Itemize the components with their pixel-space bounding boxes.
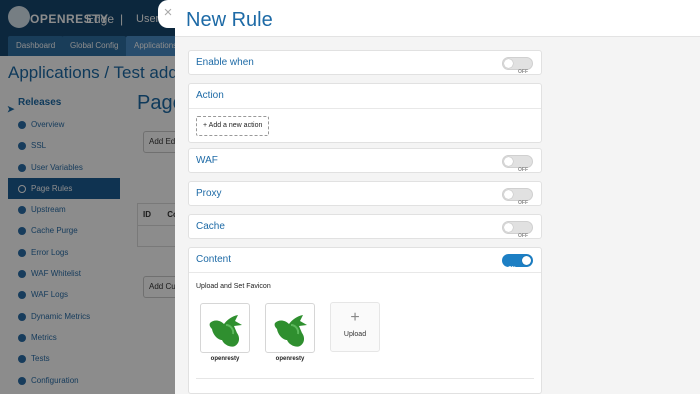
toggle-state: OFF (518, 200, 528, 206)
favicon-caption: openresty (275, 356, 305, 362)
section-title: Proxy (196, 188, 222, 199)
toggle-state: OFF (518, 167, 528, 173)
proxy-toggle[interactable]: OFF (502, 188, 533, 206)
add-action-button[interactable]: + Add a new action (196, 116, 270, 136)
close-button[interactable]: × (158, 0, 178, 28)
section-header: WAF OFF (189, 149, 541, 173)
waf-toggle[interactable]: OFF (502, 155, 533, 173)
toggle-knob (522, 256, 531, 265)
enable-when-toggle[interactable]: OFF (502, 57, 533, 75)
section-proxy: Proxy OFF (188, 181, 542, 206)
openresty-favicon-icon (274, 315, 307, 347)
favicon-caption: openresty (210, 356, 240, 362)
section-title: Cache (196, 221, 225, 232)
upload-label: Upload (343, 331, 367, 338)
toggle-knob (504, 59, 513, 68)
section-content: Content ON Upload and Set Favicon openre… (188, 247, 542, 394)
section-header: Proxy OFF (189, 182, 541, 206)
cache-toggle[interactable]: OFF (502, 221, 533, 239)
panel-title: New Rule (186, 9, 273, 31)
section-title: Content (196, 254, 232, 265)
section-action: Action + Add a new action (188, 83, 542, 143)
section-enable-when: Enable when OFF (188, 50, 542, 75)
favicon-thumbnail[interactable] (265, 303, 315, 353)
section-waf: WAF OFF (188, 148, 542, 173)
openresty-favicon-icon (209, 315, 242, 347)
content-body: Upload and Set Favicon openresty openres… (189, 272, 541, 382)
toggle-knob (504, 223, 513, 232)
section-cache: Cache OFF (188, 214, 542, 239)
upload-button[interactable]: + Upload (330, 302, 380, 352)
toggle-state: OFF (518, 69, 528, 75)
section-title: WAF (196, 155, 218, 166)
toggle-knob (504, 157, 513, 166)
toggle-state: OFF (518, 233, 528, 239)
section-title: Enable when (196, 57, 254, 68)
action-body: + Add a new action (189, 108, 541, 144)
section-header: Enable when OFF (189, 51, 541, 75)
toggle-knob (504, 190, 513, 199)
content-toggle[interactable]: ON (502, 254, 533, 272)
panel-header: New Rule (175, 0, 700, 37)
section-header: Content ON (189, 248, 541, 272)
section-header: Cache OFF (189, 215, 541, 239)
section-title: Action (196, 90, 224, 101)
favicon-label: Upload and Set Favicon (196, 283, 271, 290)
plus-icon: + (350, 309, 360, 326)
divider (196, 378, 534, 379)
favicon-thumbnail[interactable] (200, 303, 250, 353)
section-header: Action (189, 84, 541, 108)
